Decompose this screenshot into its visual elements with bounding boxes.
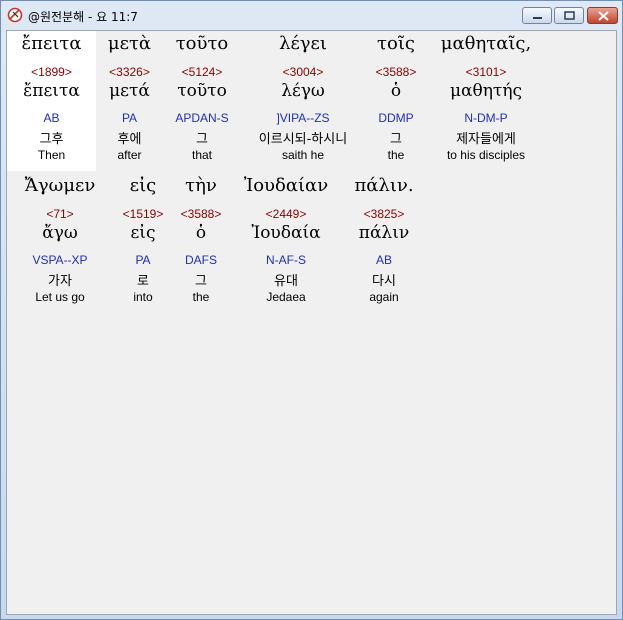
word-cell[interactable]: τοῖς <3588> ὁ DDMP 그 the: [362, 31, 430, 171]
maximize-icon: [564, 11, 575, 20]
lemma: τοῦτο: [177, 81, 227, 101]
greek-word: τὴν: [185, 175, 217, 196]
english-gloss: after: [117, 148, 142, 162]
close-icon: [598, 11, 609, 21]
morphology-code: ]VIPA--ZS: [276, 111, 330, 125]
word-cell[interactable]: μετὰ <3326> μετά PA 후에 after: [97, 31, 162, 171]
korean-gloss: 제자들에게: [456, 132, 516, 147]
title-bar[interactable]: @원전분해 - 요 11:7: [1, 1, 622, 30]
word-cell[interactable]: ἔπειτα <1899> ἔπειτα AB 그후 Then: [7, 31, 96, 171]
korean-gloss: 다시: [372, 274, 396, 289]
lemma: πάλιν: [358, 223, 410, 243]
lemma: λέγω: [281, 81, 325, 101]
window-title: @원전분해 - 요 11:7: [28, 10, 138, 24]
morphology-code: N-AF-S: [266, 253, 306, 267]
maximize-button[interactable]: [554, 7, 584, 24]
lemma: ὁ: [195, 223, 207, 243]
word-cell[interactable]: πάλιν. <3825> πάλιν AB 다시 again: [347, 173, 421, 313]
morphology-code: N-DM-P: [464, 111, 508, 125]
strong-number: <3101>: [465, 65, 507, 79]
word-cell[interactable]: τοῦτο <5124> τοῦτο APDAN-S 그 that: [165, 31, 239, 171]
lemma: Ἰουδαία: [251, 223, 321, 243]
morphology-code: PA: [135, 253, 151, 267]
greek-word: εἰς: [129, 175, 157, 196]
english-gloss: that: [191, 148, 212, 162]
english-gloss: the: [192, 290, 210, 304]
morphology-code: DDMP: [378, 111, 414, 125]
lemma: ἄγω: [42, 223, 78, 243]
interlinear-panel: ἔπειτα <1899> ἔπειτα AB 그후 Then μετὰ <33…: [6, 30, 617, 615]
app-window: @원전분해 - 요 11:7 ἔπειτα <1899> ἔπειτα AB 그…: [0, 0, 623, 620]
close-button[interactable]: [587, 7, 618, 24]
morphology-code: AB: [43, 111, 60, 125]
morphology-code: DAFS: [184, 253, 217, 267]
korean-gloss: 유대: [274, 274, 298, 289]
lemma: μαθητής: [449, 81, 523, 101]
greek-word: τοῦτο: [175, 33, 229, 54]
lemma: ἔπειτα: [23, 81, 80, 101]
korean-gloss: 가자: [48, 274, 72, 289]
strong-number: <1519>: [122, 207, 164, 221]
strong-number: <3588>: [180, 207, 222, 221]
strong-number: <3825>: [363, 207, 405, 221]
greek-word: ἔπειτα: [21, 33, 82, 54]
english-gloss: again: [369, 290, 399, 304]
app-logo-icon: [7, 7, 23, 23]
morphology-code: APDAN-S: [175, 111, 229, 125]
english-gloss: the: [387, 148, 405, 162]
lemma: εἰς: [130, 223, 156, 243]
strong-number: <2449>: [265, 207, 307, 221]
greek-word: πάλιν.: [354, 175, 414, 196]
english-gloss: Let us go: [35, 290, 85, 304]
strong-number: <3326>: [109, 65, 150, 79]
korean-gloss: 그: [196, 132, 208, 147]
morphology-code: AB: [375, 253, 392, 267]
strong-number: <3588>: [375, 65, 417, 79]
word-cell[interactable]: Ἰουδαίαν <2449> Ἰουδαία N-AF-S 유대 Jedaea: [233, 173, 339, 313]
strong-number: <5124>: [181, 65, 223, 79]
word-cell[interactable]: μαθηταῖς, <3101> μαθητής N-DM-P 제자들에게 to…: [430, 31, 542, 171]
greek-word: μαθηταῖς,: [440, 33, 532, 54]
lemma: μετά: [109, 81, 150, 101]
strong-number: <1899>: [31, 65, 72, 79]
strong-number: <3004>: [282, 65, 324, 79]
greek-word: λέγει: [279, 33, 327, 54]
korean-gloss: 그: [195, 274, 207, 289]
korean-gloss: 이르시되-하시니: [258, 132, 348, 147]
word-cell[interactable]: Ἄγωμεν <71> ἄγω VSPA--XP 가자 Let us go: [15, 173, 105, 313]
word-cell[interactable]: λέγει <3004> λέγω ]VIPA--ZS 이르시되-하시니 sai…: [241, 31, 365, 171]
greek-word: τοῖς: [377, 33, 415, 54]
korean-gloss: 로: [137, 274, 149, 289]
english-gloss: into: [133, 290, 153, 304]
greek-word: Ἰουδαίαν: [243, 175, 329, 196]
korean-gloss: 그후: [39, 132, 64, 147]
word-cell[interactable]: τὴν <3588> ὁ DAFS 그 the: [175, 173, 227, 313]
morphology-code: VSPA--XP: [32, 253, 88, 267]
minimize-icon: [533, 17, 542, 19]
korean-gloss: 후에: [117, 132, 142, 147]
word-cell[interactable]: εἰς <1519> εἰς PA 로 into: [117, 173, 169, 313]
strong-number: <71>: [46, 207, 74, 221]
morphology-code: PA: [121, 111, 138, 125]
english-gloss: Then: [37, 148, 66, 162]
minimize-button[interactable]: [522, 7, 552, 24]
greek-word: Ἄγωμεν: [24, 175, 96, 196]
english-gloss: to his disciples: [446, 148, 526, 162]
english-gloss: saith he: [281, 148, 325, 162]
lemma: ὁ: [390, 81, 402, 101]
greek-word: μετὰ: [107, 33, 152, 54]
english-gloss: Jedaea: [266, 290, 306, 304]
korean-gloss: 그: [390, 132, 402, 147]
